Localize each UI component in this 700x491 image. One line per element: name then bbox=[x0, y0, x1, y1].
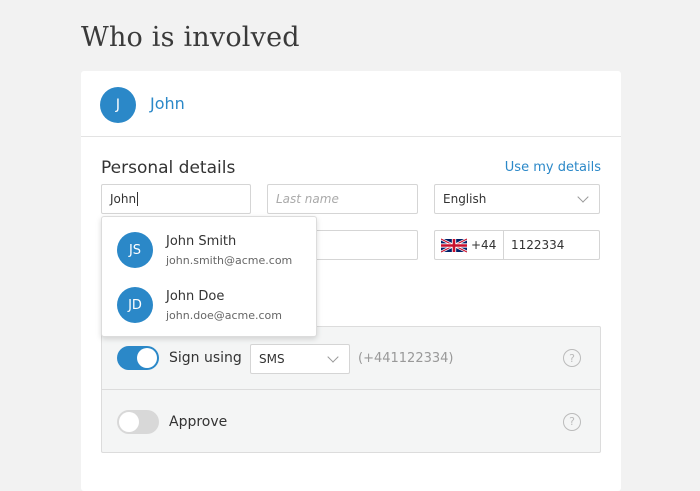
phone-number: 1122334 bbox=[511, 238, 565, 252]
use-my-details-link[interactable]: Use my details bbox=[505, 160, 601, 175]
sign-phone-display: (+441122334) bbox=[358, 350, 454, 366]
avatar: JS bbox=[117, 232, 153, 268]
name-suggestions-dropdown: JS John Smith john.smith@acme.com JD Joh… bbox=[101, 216, 317, 337]
sign-label: Sign using bbox=[169, 350, 242, 366]
text-caret bbox=[137, 192, 139, 206]
uk-flag-icon bbox=[441, 237, 467, 253]
approve-row: Approve ? bbox=[102, 390, 600, 453]
participant-name: John bbox=[150, 94, 185, 113]
first-name-value: John bbox=[110, 192, 137, 206]
suggestion-email: john.smith@acme.com bbox=[166, 254, 293, 267]
suggestion-item[interactable]: JD John Doe john.doe@acme.com bbox=[102, 278, 316, 333]
participant-header[interactable]: J John bbox=[81, 71, 621, 137]
first-name-input[interactable]: John bbox=[101, 184, 251, 214]
country-code-select[interactable]: +44 bbox=[435, 231, 504, 259]
avatar: JD bbox=[117, 287, 153, 323]
sign-method-value: SMS bbox=[259, 352, 285, 366]
suggestion-name: John Smith bbox=[166, 234, 237, 249]
suggestion-name: John Doe bbox=[166, 289, 225, 304]
sign-toggle[interactable] bbox=[117, 346, 159, 370]
signing-options: Sign using SMS (+441122334) ? Approve ? bbox=[101, 326, 601, 453]
language-value: English bbox=[443, 192, 487, 206]
help-icon[interactable]: ? bbox=[563, 349, 581, 367]
chevron-down-icon bbox=[327, 351, 339, 363]
approve-toggle[interactable] bbox=[117, 409, 159, 434]
last-name-input[interactable]: Last name bbox=[267, 184, 418, 214]
toggle-knob bbox=[137, 348, 157, 368]
sign-method-select[interactable]: SMS bbox=[250, 344, 350, 374]
section-title: Personal details bbox=[101, 158, 236, 178]
chevron-down-icon bbox=[577, 191, 589, 203]
approve-label: Approve bbox=[169, 413, 228, 430]
phone-input[interactable]: +44 1122334 bbox=[434, 230, 600, 260]
last-name-placeholder: Last name bbox=[276, 192, 339, 206]
suggestion-item[interactable]: JS John Smith john.smith@acme.com bbox=[102, 223, 316, 278]
toggle-knob bbox=[119, 411, 139, 432]
phone-prefix: +44 bbox=[471, 238, 497, 252]
help-icon[interactable]: ? bbox=[563, 412, 581, 431]
suggestion-email: john.doe@acme.com bbox=[166, 309, 282, 322]
language-select[interactable]: English bbox=[434, 184, 600, 214]
page-title: Who is involved bbox=[81, 22, 300, 53]
avatar: J bbox=[100, 87, 136, 123]
